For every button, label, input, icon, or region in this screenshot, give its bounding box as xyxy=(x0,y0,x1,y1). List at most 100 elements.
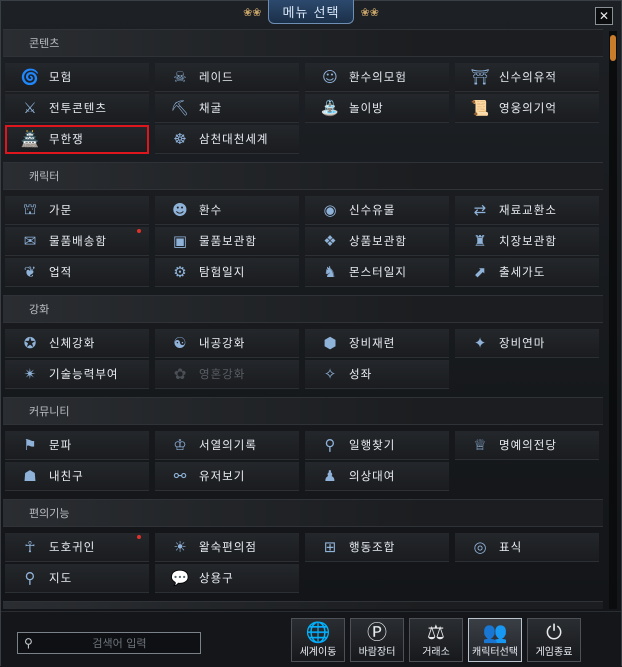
search-input[interactable] xyxy=(38,635,200,651)
menu-item-friends[interactable]: ☗ 내친구 xyxy=(5,462,149,491)
menu-item-label: 상품보관함 xyxy=(349,234,407,248)
scales-button[interactable]: ⚖ 거래소 xyxy=(409,618,463,662)
menu-item-body-enhance[interactable]: ✪ 신체강화 xyxy=(5,329,149,358)
menu-item-label: 신수의유적 xyxy=(499,70,557,84)
menu-item-action-combo[interactable]: ⊞ 행동조합 xyxy=(305,533,449,562)
menu-item-relic[interactable]: ◉ 신수유물 xyxy=(305,196,449,225)
menu-item-label: 환수의모험 xyxy=(349,70,407,84)
globe-button[interactable]: 🌐 세계이동 xyxy=(291,618,345,662)
menu-item-ranking-record[interactable]: ♔ 서열의기록 xyxy=(155,431,299,460)
menu-item-infinite-war[interactable]: 🏯 무한쟁 xyxy=(5,125,149,154)
menu-item-family-tree[interactable]: ⛫ 가문 xyxy=(5,196,149,225)
menu-item-label: 삼천대천세계 xyxy=(199,132,269,146)
p-coin-button[interactable]: Ⓟ 바람장터 xyxy=(350,618,404,662)
search-box[interactable]: ⚲ xyxy=(17,632,201,654)
constellation-icon: ✧ xyxy=(323,365,337,383)
section-grid: ⛫ 가문 ☻ 환수 ◉ 신수유물 ⇄ 재료교환소 ✉ 물품배송함 ▣ 물품보관함 ❖ 상품보관함 ♜ 치장보관… xyxy=(3,196,603,289)
menu-item-laurel[interactable]: ❦ 업적 xyxy=(5,258,149,287)
menu-item-crossed-swords[interactable]: ⚔ 전투콘텐츠 xyxy=(5,94,149,123)
menu-item-label: 문파 xyxy=(49,438,73,452)
scroll-thumb[interactable] xyxy=(610,35,616,61)
menu-item-monster-log[interactable]: ♞ 몬스터일지 xyxy=(305,258,449,287)
menu-item-marker[interactable]: ◎ 표식 xyxy=(455,533,599,562)
menu-item-mining[interactable]: ⛏ 채굴 xyxy=(155,94,299,123)
menu-item-adventure[interactable]: 🌀 모험 xyxy=(5,63,149,92)
menu-item-label: 명예의전당 xyxy=(499,438,557,452)
power-icon: ⏻ xyxy=(546,620,562,644)
menu-item-constellation[interactable]: ✧ 성좌 xyxy=(305,360,449,389)
menu-item-guild[interactable]: ⚑ 문파 xyxy=(5,431,149,460)
menu-item-convenience-store[interactable]: ☀ 왈숙편의점 xyxy=(155,533,299,562)
menu-item-label: 재료교환소 xyxy=(499,203,557,217)
menu-item-skill-enchant[interactable]: ✴ 기술능력부여 xyxy=(5,360,149,389)
menu-item-label: 탐험일지 xyxy=(199,265,246,279)
menu-item-label: 도호귀인 xyxy=(49,540,96,554)
career-path-icon: ⬈ xyxy=(473,263,487,281)
menu-item-label: 레이드 xyxy=(199,70,234,84)
bottom-bar: ⚲ 🌐 세계이동 Ⓟ 바람장터 ⚖ 거래소 👥 캐릭터선택 ⏻ 게임종료 xyxy=(1,611,621,667)
menu-item-hall-of-fame[interactable]: ♕ 명예의전당 xyxy=(455,431,599,460)
menu-item-label: 무한쟁 xyxy=(49,132,84,146)
menu-item-inner-power[interactable]: ☯ 내공강화 xyxy=(155,329,299,358)
map-pin-icon: ⚲ xyxy=(24,569,36,587)
section-header: 콘텐츠 xyxy=(3,29,603,57)
menu-item-delivery-box[interactable]: ✉ 물품배송함 xyxy=(5,227,149,256)
friends-icon: ☗ xyxy=(23,467,37,485)
menu-item-career-path[interactable]: ⬈ 출세가도 xyxy=(455,258,599,287)
menu-item-costume-rental[interactable]: ♟ 의상대여 xyxy=(305,462,449,491)
section-header: 길라잡이 xyxy=(3,601,603,609)
menu-item-exploration-log[interactable]: ⚙ 탐험일지 xyxy=(155,258,299,287)
menu-item-spirit-adventure[interactable]: ☺ 환수의모험 xyxy=(305,63,449,92)
action-label: 바람장터 xyxy=(358,647,396,658)
playroom-icon: ⛲ xyxy=(320,99,340,117)
storage-chest-icon: ▣ xyxy=(172,232,188,250)
monster-log-icon: ♞ xyxy=(323,263,337,281)
laurel-icon: ❦ xyxy=(23,263,37,281)
menu-item-label: 왈숙편의점 xyxy=(199,540,257,554)
menu-item-label: 서열의기록 xyxy=(199,438,257,452)
menu-item-label: 모험 xyxy=(49,70,73,84)
raid-icon: ☠ xyxy=(173,68,187,86)
menu-item-party-search[interactable]: ⚲ 일행찾기 xyxy=(305,431,449,460)
action-label: 거래소 xyxy=(422,647,450,658)
close-button[interactable]: ✕ xyxy=(595,7,613,25)
soul-enhance-icon: ✿ xyxy=(173,365,187,383)
menu-item-product-storage[interactable]: ❖ 상품보관함 xyxy=(305,227,449,256)
body-enhance-icon: ✪ xyxy=(23,334,37,352)
menu-item-label: 놀이방 xyxy=(349,101,384,115)
menu-item-speech-bubble[interactable]: 💬 상용구 xyxy=(155,564,299,593)
menu-item-raid[interactable]: ☠ 레이드 xyxy=(155,63,299,92)
globe-icon: 🌐 xyxy=(305,620,331,644)
section-header: 편의기능 xyxy=(3,499,603,527)
menu-item-soul-enhance: ✿ 영혼강화 xyxy=(155,360,299,389)
menu-item-user-view[interactable]: ⚯ 유저보기 xyxy=(155,462,299,491)
menu-item-divine-ruins[interactable]: ⛩ 신수의유적 xyxy=(455,63,599,92)
power-button[interactable]: ⏻ 게임종료 xyxy=(527,618,581,662)
equipment-refine-icon: ⬢ xyxy=(323,334,337,352)
action-label: 세계이동 xyxy=(299,647,337,658)
menu-item-label: 출세가도 xyxy=(499,265,546,279)
menu-item-buddha[interactable]: ☸ 삼천대천세계 xyxy=(155,125,299,154)
family-tree-icon: ⛫ xyxy=(23,200,37,218)
scrollbar[interactable] xyxy=(609,31,617,609)
menu-item-scroll[interactable]: 📜 영웅의기억 xyxy=(455,94,599,123)
cosmetic-storage-icon: ♜ xyxy=(473,232,487,250)
p-coin-icon: Ⓟ xyxy=(367,620,387,644)
menu-item-exchange[interactable]: ⇄ 재료교환소 xyxy=(455,196,599,225)
menu-item-noble[interactable]: ☥ 도호귀인 xyxy=(5,533,149,562)
crossed-swords-icon: ⚔ xyxy=(23,99,37,117)
menu-item-spirit[interactable]: ☻ 환수 xyxy=(155,196,299,225)
user-view-icon: ⚯ xyxy=(173,467,187,485)
menu-item-cosmetic-storage[interactable]: ♜ 치장보관함 xyxy=(455,227,599,256)
costume-rental-icon: ♟ xyxy=(323,467,337,485)
menu-item-label: 영혼강화 xyxy=(199,367,246,381)
guild-icon: ⚑ xyxy=(23,436,37,454)
menu-item-playroom[interactable]: ⛲ 놀이방 xyxy=(305,94,449,123)
menu-item-storage-chest[interactable]: ▣ 물품보관함 xyxy=(155,227,299,256)
notification-dot xyxy=(137,229,141,233)
menu-item-map-pin[interactable]: ⚲ 지도 xyxy=(5,564,149,593)
menu-item-equipment-polish[interactable]: ✦ 장비연마 xyxy=(455,329,599,358)
menu-item-equipment-refine[interactable]: ⬢ 장비재련 xyxy=(305,329,449,358)
characters-button[interactable]: 👥 캐릭터선택 xyxy=(468,618,522,662)
menu-item-label: 물품배송함 xyxy=(49,234,107,248)
